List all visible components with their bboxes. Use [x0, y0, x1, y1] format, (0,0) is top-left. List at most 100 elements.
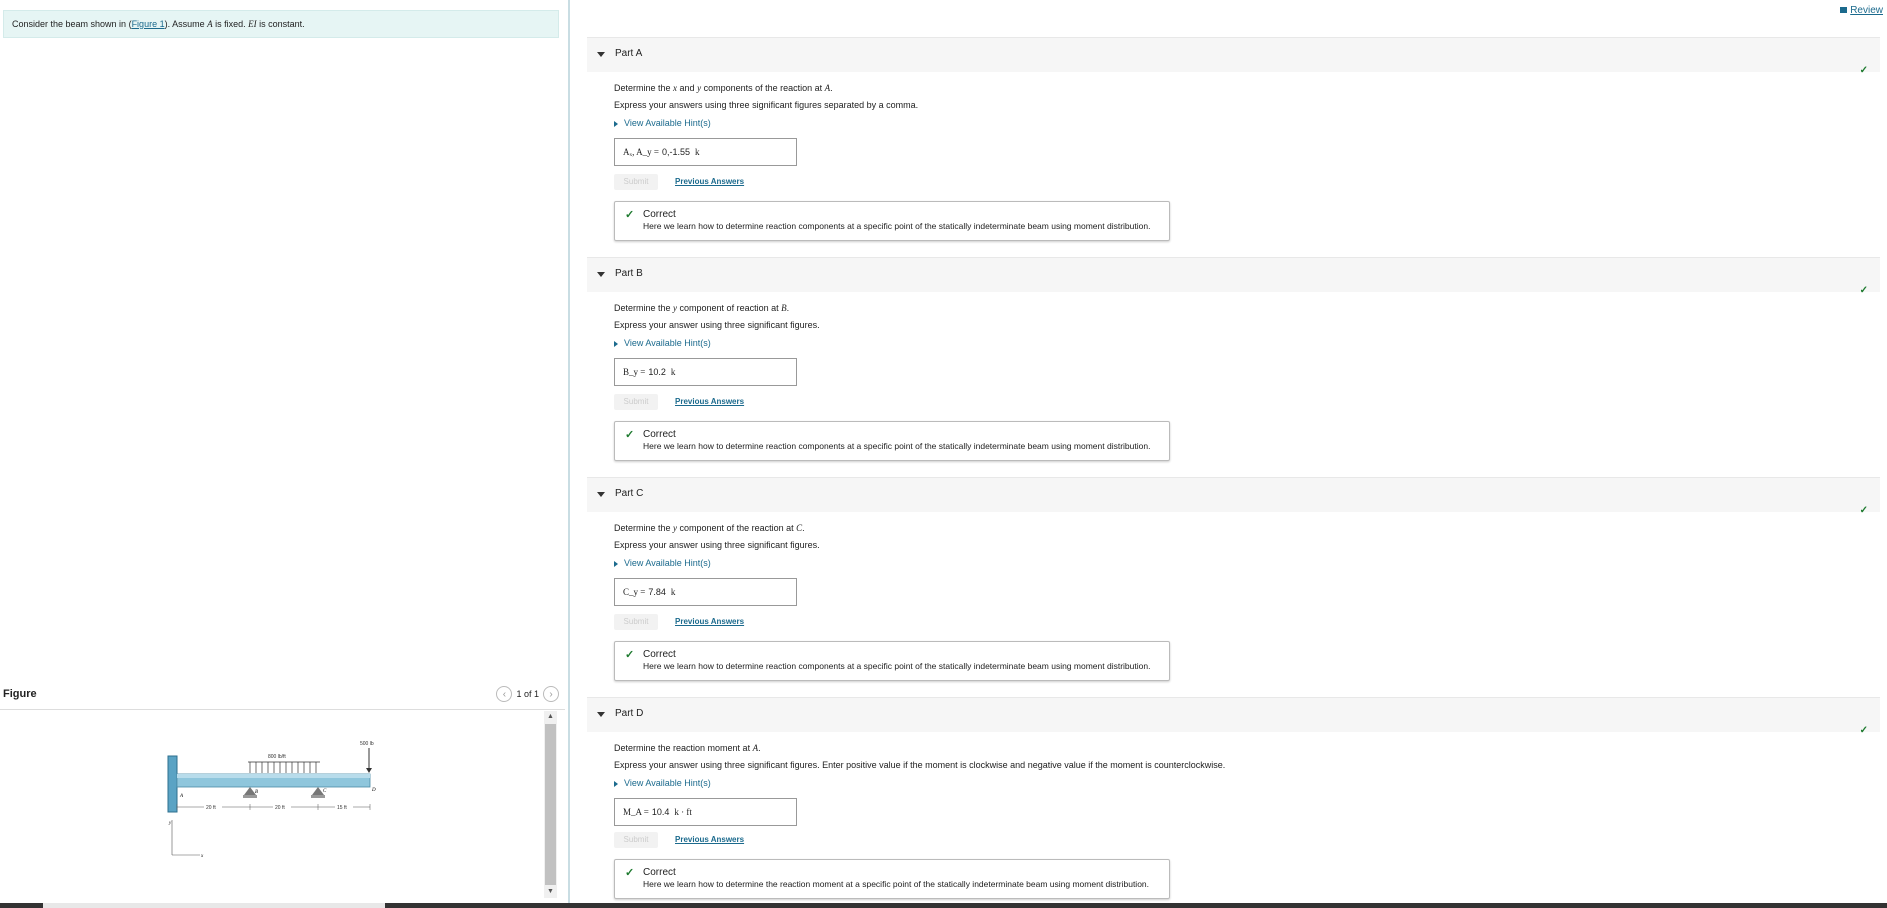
hints-toggle[interactable]: View Available Hint(s): [614, 778, 711, 788]
part-c-header[interactable]: Part C ✓: [587, 477, 1880, 516]
feedback-text: Here we learn how to determine reaction …: [643, 661, 1151, 671]
y-axis-label: y: [168, 821, 172, 826]
review-link[interactable]: Review: [1840, 5, 1883, 16]
problem-statement: Consider the beam shown in (Figure 1). A…: [3, 10, 559, 38]
instructions: Express your answer using three signific…: [614, 540, 820, 550]
previous-answers-link[interactable]: Previous Answers: [675, 177, 744, 186]
bottom-bar-highlight: [43, 903, 385, 908]
hint-label: View Available Hint(s): [624, 118, 711, 128]
part-d-header[interactable]: Part D ✓: [587, 697, 1880, 736]
answer-label: Aₓ, A_y =: [623, 147, 659, 157]
feedback-title: Correct: [643, 649, 676, 660]
support-b-base: [243, 795, 257, 798]
hint-label: View Available Hint(s): [624, 558, 711, 568]
next-figure-icon[interactable]: ›: [543, 686, 559, 702]
part-c: Part C ✓ Determine the y component of th…: [587, 477, 1880, 681]
point-d-label: D: [371, 788, 376, 793]
caret-down-icon: [597, 272, 605, 277]
caret-down-icon: [597, 492, 605, 497]
part-title: Part B: [615, 268, 643, 279]
scroll-down-icon[interactable]: ▼: [544, 886, 557, 898]
instructions: Express your answer using three signific…: [614, 760, 1226, 770]
point-a-label: A: [179, 794, 184, 799]
figure-header: Figure ‹ 1 of 1 ›: [0, 680, 565, 710]
feedback-text: Here we learn how to determine reaction …: [643, 441, 1151, 451]
previous-answers-link[interactable]: Previous Answers: [675, 835, 744, 844]
figure-scrollbar[interactable]: ▲ ▼: [544, 711, 557, 898]
answer-field[interactable]: M_A = 10.4 k · ft: [614, 798, 797, 826]
span-3-label: 15 ft: [337, 805, 347, 811]
figure-page-count: 1 of 1: [516, 689, 539, 699]
part-a: Part A ✓ Determine the x and y component…: [587, 37, 1880, 241]
check-icon: ✓: [625, 429, 635, 441]
point-load-head: [366, 768, 372, 773]
point-b-label: B: [255, 790, 258, 795]
support-c-base: [311, 795, 325, 798]
caret-right-icon: [614, 120, 618, 127]
caret-right-icon: [614, 560, 618, 567]
answer-value: 7.84: [648, 587, 666, 597]
answer-label: M_A =: [623, 807, 649, 817]
answer-field[interactable]: B_y = 10.2 k: [614, 358, 797, 386]
prev-figure-icon[interactable]: ‹: [496, 686, 513, 702]
part-b: Part B ✓ Determine the y component of re…: [587, 257, 1880, 461]
hint-label: View Available Hint(s): [624, 338, 711, 348]
caret-right-icon: [614, 780, 618, 787]
part-d: Part D ✓ Determine the reaction moment a…: [587, 697, 1880, 899]
feedback-title: Correct: [643, 209, 676, 220]
check-icon: ✓: [625, 867, 635, 879]
load-label: 800 lb/ft: [268, 754, 286, 760]
correct-feedback: ✓ Correct Here we learn how to determine r…: [614, 421, 1170, 461]
answer-field[interactable]: C_y = 7.84 k: [614, 578, 797, 606]
part-b-header[interactable]: Part B ✓: [587, 257, 1880, 296]
problem-text: is fixed.: [212, 19, 249, 29]
scroll-thumb[interactable]: [545, 724, 556, 885]
answer-label: B_y =: [623, 367, 646, 377]
figure-link[interactable]: Figure 1: [132, 19, 165, 29]
check-icon: ✓: [1859, 65, 1868, 76]
hint-label: View Available Hint(s): [624, 778, 711, 788]
review-label: Review: [1850, 5, 1883, 16]
scroll-up-icon[interactable]: ▲: [544, 711, 557, 723]
feedback-text: Here we learn how to determine reaction …: [643, 221, 1151, 231]
feedback-title: Correct: [643, 867, 676, 878]
answer-value: 10.2: [648, 367, 666, 377]
question-text: Determine the x and y components of the …: [614, 83, 833, 93]
hints-toggle[interactable]: View Available Hint(s): [614, 118, 711, 128]
problem-text: ). Assume: [164, 19, 208, 29]
figure-title: Figure: [3, 688, 37, 700]
check-icon: ✓: [1859, 285, 1868, 296]
hints-toggle[interactable]: View Available Hint(s): [614, 338, 711, 348]
previous-answers-link[interactable]: Previous Answers: [675, 397, 744, 406]
caret-right-icon: [614, 340, 618, 347]
correct-feedback: ✓ Correct Here we learn how to determine r…: [614, 641, 1170, 681]
answer-field[interactable]: Aₓ, A_y = 0,-1.55 k: [614, 138, 797, 166]
answer-value: 10.4: [651, 807, 670, 817]
span-2-label: 20 ft: [275, 805, 285, 811]
correct-feedback: ✓ Correct Here we learn how to determine t…: [614, 859, 1170, 899]
submit-button[interactable]: Submit: [614, 394, 658, 410]
feedback-title: Correct: [643, 429, 676, 440]
answer-value: 0,-1.55: [661, 147, 690, 157]
problem-var: EI: [248, 19, 257, 29]
point-c-label: C: [323, 789, 327, 794]
question-text: Determine the reaction moment at A.: [614, 743, 761, 753]
part-title: Part A: [615, 48, 643, 59]
part-title: Part C: [615, 488, 644, 499]
previous-answers-link[interactable]: Previous Answers: [675, 617, 744, 626]
part-a-header[interactable]: Part A ✓: [587, 37, 1880, 76]
point-load-label: 500 lb: [360, 741, 374, 747]
question-text: Determine the y component of the reactio…: [614, 523, 805, 533]
answer-unit: k · ft: [674, 807, 692, 817]
answer-unit: k: [694, 147, 700, 157]
submit-button[interactable]: Submit: [614, 174, 658, 190]
submit-button[interactable]: Submit: [614, 614, 658, 630]
answer-unit: k: [670, 587, 676, 597]
hints-toggle[interactable]: View Available Hint(s): [614, 558, 711, 568]
submit-button[interactable]: Submit: [614, 832, 658, 848]
span-1-label: 20 ft: [206, 805, 216, 811]
distributed-load-arrows: [249, 762, 317, 773]
check-icon: ✓: [625, 209, 635, 221]
problem-text: Consider the beam shown in (: [12, 19, 132, 29]
x-axis-label: x: [200, 854, 204, 859]
